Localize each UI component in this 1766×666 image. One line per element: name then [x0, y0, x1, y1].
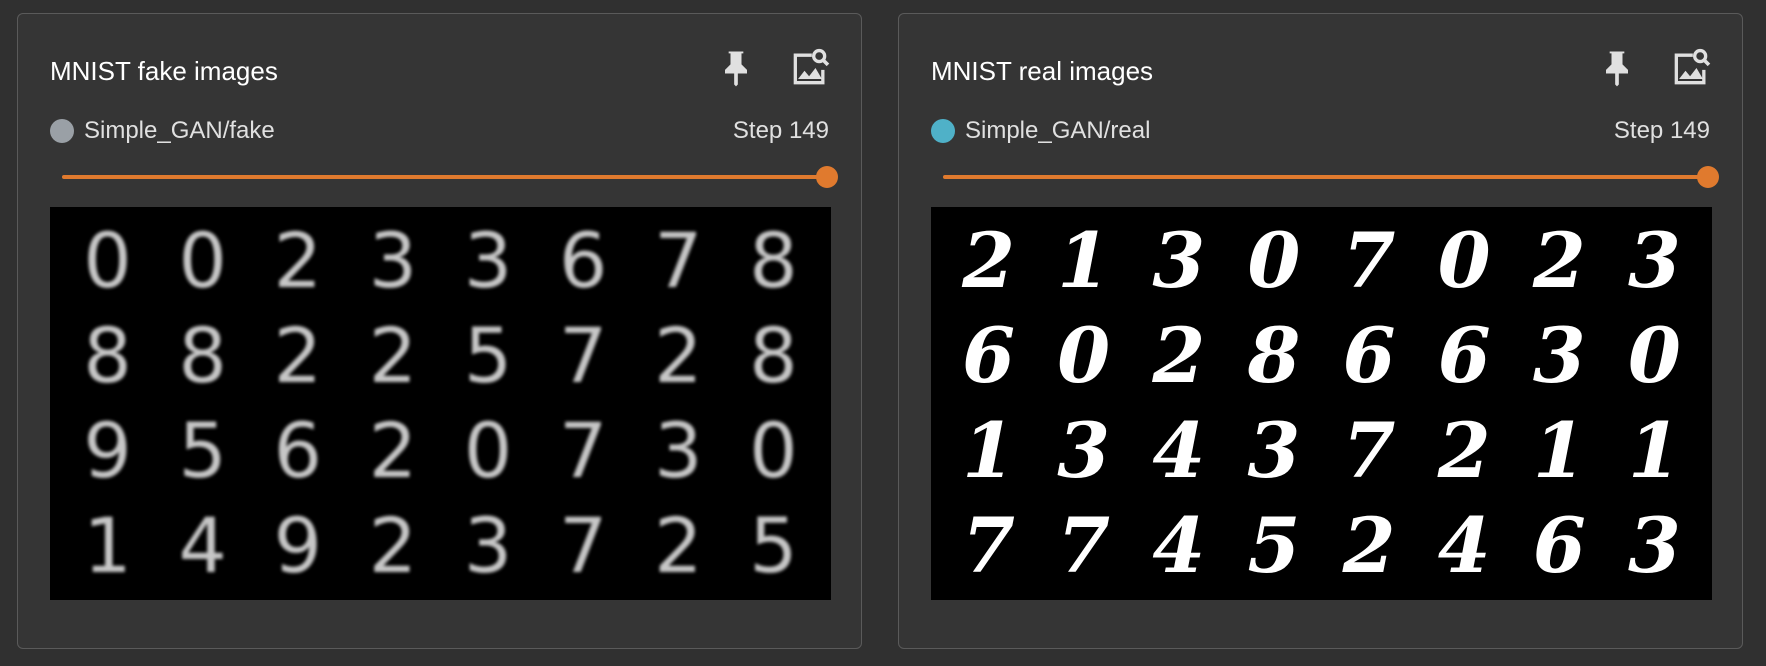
- digit-tile: 8: [749, 215, 798, 305]
- digit-tile: 3: [1057, 406, 1111, 496]
- digit-tile: 5: [749, 501, 798, 591]
- run-color-dot: [931, 119, 955, 143]
- digit-tile: 1: [83, 501, 132, 591]
- digit-tile: 0: [178, 215, 227, 305]
- digit-tile: 5: [1247, 501, 1301, 591]
- digit-tile: 0: [1627, 310, 1681, 400]
- digit-tile: 3: [368, 215, 418, 305]
- step-label: Step 149: [1613, 117, 1710, 144]
- digit-tile: 1: [1057, 215, 1111, 305]
- pin-icon: [725, 51, 747, 87]
- image-search-icon: [1674, 48, 1711, 85]
- digit-tile: 2: [1437, 406, 1491, 496]
- digit-tile: 1: [1532, 406, 1586, 496]
- digit-tile: 7: [559, 501, 608, 591]
- digit-tile: 8: [1247, 310, 1301, 400]
- digit-tile: 2: [1152, 310, 1206, 400]
- digit-tile: 0: [1437, 215, 1491, 305]
- digit-tile: 0: [463, 406, 513, 496]
- digit-tile: 5: [463, 310, 513, 400]
- step-label: Step 149: [732, 117, 829, 144]
- digit-tile: 4: [1152, 406, 1206, 496]
- pin-button[interactable]: [1589, 40, 1645, 96]
- digit-tile: 3: [654, 406, 703, 496]
- image-card-fake: MNIST fake images Simple_GAN/fake Step 1…: [17, 13, 862, 649]
- step-slider[interactable]: [62, 166, 838, 188]
- digit-tile: 6: [1532, 501, 1586, 591]
- digit-tile: 4: [1437, 501, 1491, 591]
- digit-tile: 3: [1532, 310, 1586, 400]
- digit-tile: 2: [273, 215, 322, 305]
- run-info-row: Simple_GAN/real Step 149: [931, 117, 1710, 145]
- digit-tile: 4: [1152, 501, 1206, 591]
- digit-tile: 3: [463, 215, 513, 305]
- digit-tile: 2: [368, 310, 418, 400]
- digit-tile: 6: [1342, 310, 1396, 400]
- step-slider[interactable]: [943, 166, 1719, 188]
- image-search-icon: [793, 48, 830, 85]
- digit-tile: 9: [273, 501, 322, 591]
- digit-tile: 8: [178, 310, 227, 400]
- expand-image-button[interactable]: [1663, 40, 1719, 96]
- slider-thumb[interactable]: [1697, 166, 1719, 188]
- digit-tile: 6: [273, 406, 322, 496]
- digit-tile: 2: [654, 501, 703, 591]
- digit-tile: 2: [962, 215, 1015, 305]
- image-grid: 00233678882257289562073014923725: [50, 207, 831, 600]
- digit-tile: 2: [1342, 501, 1396, 591]
- run-color-dot: [50, 119, 74, 143]
- run-name: Simple_GAN/fake: [84, 117, 275, 144]
- run-info-row: Simple_GAN/fake Step 149: [50, 117, 829, 145]
- digit-tile: 7: [1342, 406, 1396, 496]
- digit-tile: 3: [1152, 215, 1206, 305]
- digit-tile: 3: [1627, 501, 1681, 591]
- digit-tile: 8: [83, 310, 132, 400]
- image-card-real: MNIST real images Simple_GAN/real Step 1…: [898, 13, 1743, 649]
- digit-tile: 3: [1247, 406, 1301, 496]
- digit-tile: 0: [1247, 215, 1301, 305]
- digit-tile: 3: [1627, 215, 1681, 305]
- card-title: MNIST fake images: [50, 56, 278, 86]
- digit-tile: 1: [962, 406, 1015, 496]
- digit-tile: 2: [368, 406, 418, 496]
- digit-tile: 7: [559, 310, 608, 400]
- digit-tile: 4: [178, 501, 227, 591]
- run-name: Simple_GAN/real: [965, 117, 1151, 144]
- digit-tile: 7: [1342, 215, 1396, 305]
- slider-track: [943, 175, 1708, 179]
- digit-tile: 9: [83, 406, 132, 496]
- digit-tile: 8: [749, 310, 798, 400]
- pin-button[interactable]: [708, 40, 764, 96]
- digit-tile: 1: [1627, 406, 1681, 496]
- image-grid: 21307023602866301343721177452463: [931, 207, 1712, 600]
- digit-tile: 0: [83, 215, 132, 305]
- digit-tile: 5: [178, 406, 227, 496]
- digit-tile: 6: [559, 215, 608, 305]
- slider-thumb[interactable]: [816, 166, 838, 188]
- digit-tile: 6: [962, 310, 1015, 400]
- digit-tile: 2: [654, 310, 703, 400]
- digit-tile: 7: [654, 215, 703, 305]
- pin-icon: [1606, 51, 1628, 87]
- digit-tile: 7: [1057, 501, 1111, 591]
- digit-tile: 7: [559, 406, 608, 496]
- slider-track: [62, 175, 827, 179]
- digit-tile: 2: [368, 501, 418, 591]
- digit-tile: 7: [962, 501, 1015, 591]
- digit-tile: 0: [1057, 310, 1111, 400]
- digit-tile: 6: [1437, 310, 1491, 400]
- digit-tile: 0: [749, 406, 798, 496]
- digit-tile: 2: [1532, 215, 1586, 305]
- digit-tile: 2: [273, 310, 322, 400]
- digit-tile: 3: [463, 501, 513, 591]
- expand-image-button[interactable]: [782, 40, 838, 96]
- card-title: MNIST real images: [931, 56, 1154, 86]
